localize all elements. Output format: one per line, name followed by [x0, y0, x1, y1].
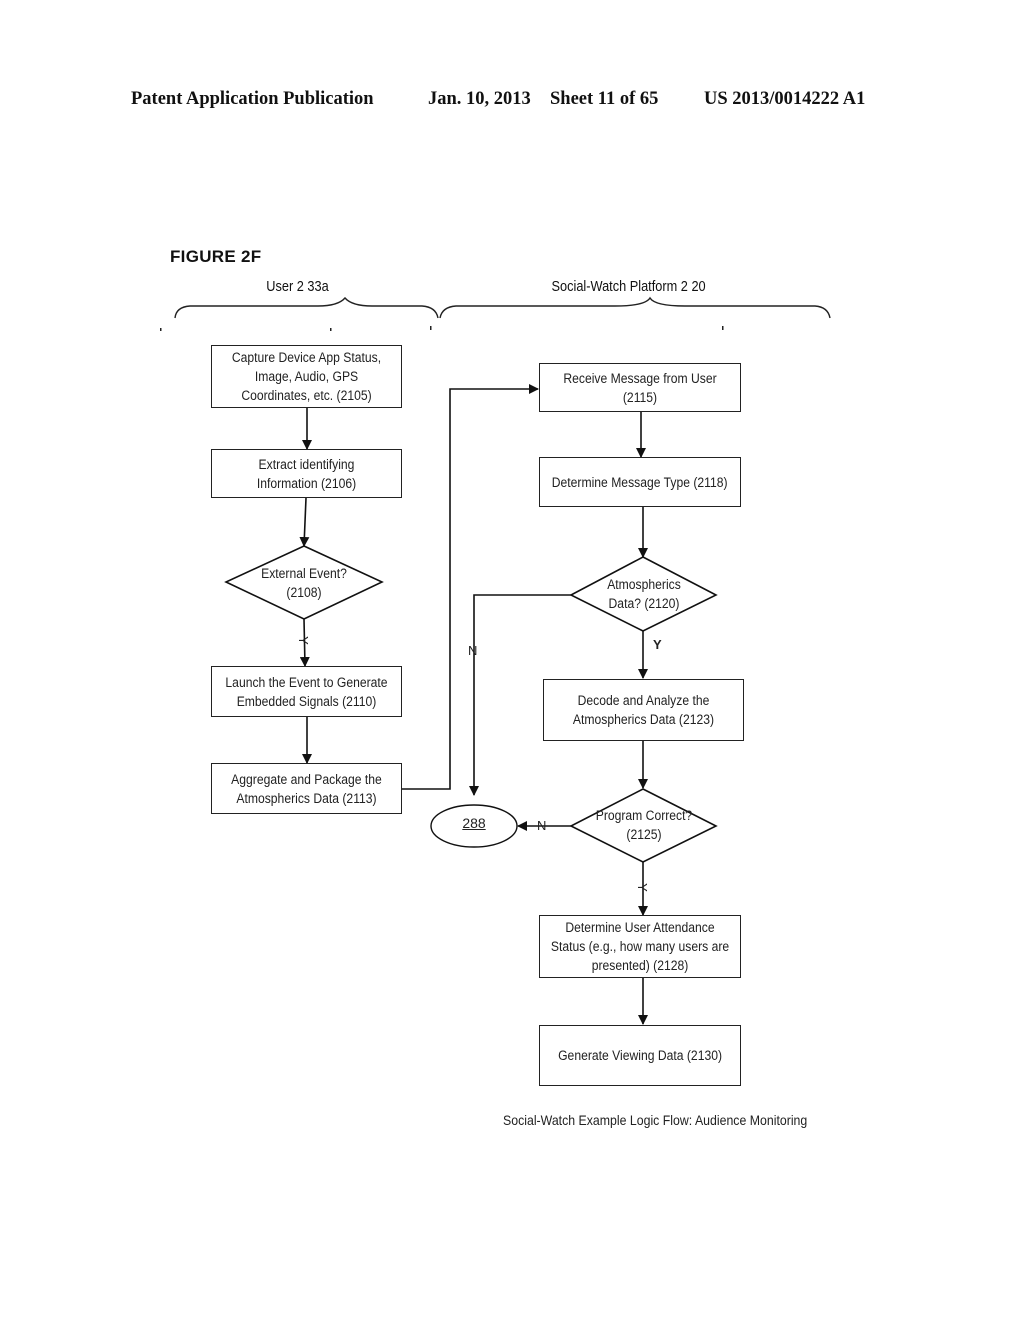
- edge-2106-2108: [299, 497, 310, 547]
- process-2105: Capture Device App Status, Image, Audio,…: [211, 345, 402, 408]
- lane-tick-marks: [160, 326, 724, 331]
- edge-label-2125-yes: Y: [634, 883, 650, 892]
- process-2118-text: Determine Message Type (2118): [552, 474, 728, 490]
- decision-2120-line1: Atmospherics: [607, 577, 681, 592]
- decision-2108-label: External Event? (2108): [241, 564, 367, 602]
- process-2128: Determine User Attendance Status (e.g., …: [539, 915, 741, 978]
- process-2110-text: Launch the Event to Generate Embedded Si…: [225, 674, 388, 709]
- process-2123-text: Decode and Analyze the Atmospherics Data…: [572, 693, 715, 727]
- process-2106-text: Extract identifying Information (2106): [256, 456, 357, 491]
- decision-2120-line2: Data? (2120): [608, 596, 680, 611]
- edge-label-2108-yes: Y: [295, 636, 311, 645]
- process-2128-text: Determine User Attendance Status (e.g., …: [550, 920, 730, 973]
- decision-2108-line2: (2108): [286, 585, 322, 600]
- figure-caption: Social-Watch Example Logic Flow: Audienc…: [503, 1112, 808, 1128]
- lane-brace-platform: [439, 296, 831, 319]
- edge-2113-2115: [401, 384, 539, 790]
- decision-2108-line1: External Event?: [261, 566, 347, 581]
- process-2130: Generate Viewing Data (2130): [539, 1025, 741, 1086]
- process-2130-text: Generate Viewing Data (2130): [558, 1048, 722, 1063]
- decision-2125-label: Program Correct? (2125): [581, 806, 707, 844]
- process-2105-text: Capture Device App Status, Image, Audio,…: [231, 350, 382, 403]
- decision-2120-label: Atmospherics Data? (2120): [581, 575, 707, 613]
- process-2110: Launch the Event to Generate Embedded Si…: [211, 666, 402, 717]
- process-2123: Decode and Analyze the Atmospherics Data…: [543, 679, 744, 741]
- terminal-288-label: 288: [462, 815, 486, 831]
- process-2118: Determine Message Type (2118): [539, 457, 741, 507]
- decision-2125-line1: Program Correct?: [595, 808, 693, 823]
- lane-brace-user: [174, 296, 439, 319]
- process-2115-text: Receive Message from User (2115): [563, 370, 717, 405]
- edge-label-2125-no: N: [537, 818, 547, 833]
- decision-2125-line2: (2125): [626, 827, 662, 842]
- process-2115: Receive Message from User (2115): [539, 363, 741, 412]
- process-2113-text: Aggregate and Package the Atmospherics D…: [231, 771, 382, 806]
- process-2106: Extract identifying Information (2106): [211, 449, 402, 498]
- edge-label-2120-yes: Y: [653, 637, 662, 652]
- edge-label-2120-no: N: [468, 643, 478, 658]
- process-2113: Aggregate and Package the Atmospherics D…: [211, 763, 402, 814]
